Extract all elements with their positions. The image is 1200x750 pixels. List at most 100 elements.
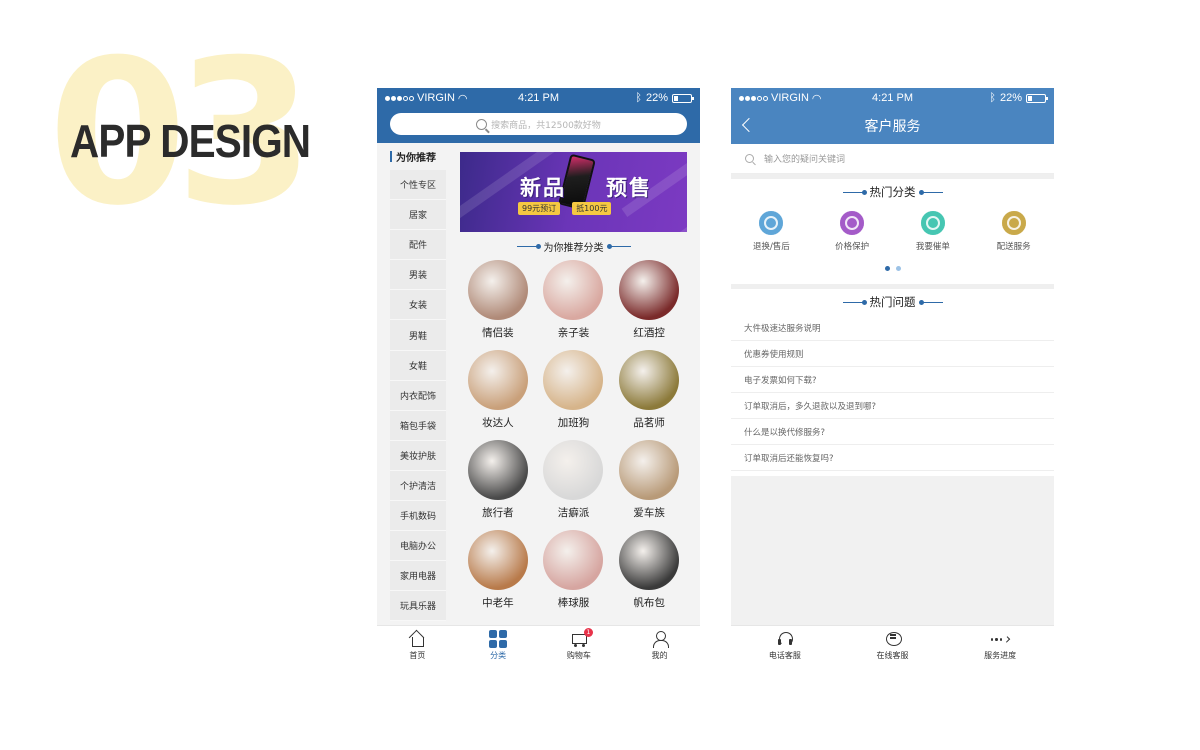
category-item[interactable]: 品茗师 [611,350,687,434]
service-header: VIRGIN ◠ 4:21 PM ᛒ 22% 客户服务 [731,88,1054,144]
service-category[interactable]: 价格保护 [812,211,893,252]
pager-dot-active[interactable] [884,265,890,271]
category-label: 棒球服 [557,597,590,609]
category-image [543,350,604,410]
question-item[interactable]: 大件极速达服务说明 [731,315,1054,341]
sidebar-item[interactable]: 配件 [390,230,446,261]
sidebar-heading[interactable]: 为你推荐 [377,143,447,170]
question-item[interactable]: 优惠券使用规则 [731,341,1054,367]
sidebar-item[interactable]: 内衣配饰 [390,380,446,411]
sidebar-item[interactable]: 家用电器 [390,561,446,592]
shop-tabbar: 首页 分类 1 购物车 我的 [377,625,700,665]
bluetooth-icon: ᛒ [989,92,996,104]
sidebar-item[interactable]: 个护清洁 [390,470,446,502]
carousel-pager [731,252,1054,284]
service-category[interactable]: 退换/售后 [731,211,812,252]
sidebar-item[interactable]: 个性专区 [390,170,446,201]
question-item[interactable]: 订单取消后，多久退款以及退到哪? [731,393,1054,419]
category-item[interactable]: 红酒控 [611,260,687,344]
tab-more[interactable]: 服务进度 [946,626,1054,665]
banner-title-left: 新品 [520,175,566,200]
home-icon [408,630,426,648]
category-image [467,260,528,320]
category-item[interactable]: 亲子装 [536,260,612,344]
category-grid: 情侣装 亲子装 红酒控妆达人 加班狗 品茗师旅行者 洁癖派 爱车族中老年 棒球服 帆布包 [460,260,687,614]
category-label: 红酒控 [633,327,665,339]
service-category-label: 价格保护 [835,242,870,252]
tab-cart[interactable]: 1 购物车 [539,626,620,665]
question-search-input[interactable]: 输入您的疑问关键词 [731,144,1054,174]
sidebar-item[interactable]: 女装 [390,290,446,321]
sidebar-item[interactable]: 美妆护肤 [390,440,446,471]
service-tabbar: 电话客服 在线客服 服务进度 [731,625,1054,665]
back-icon[interactable] [741,117,757,133]
service-category-label: 我要催单 [915,242,950,252]
sidebar-item[interactable]: 男鞋 [390,320,446,351]
category-item[interactable]: 洁癖派 [536,440,612,524]
category-label: 加班狗 [557,417,590,429]
question-item[interactable]: 什么是以换代修服务? [731,419,1054,445]
category-label: 中老年 [482,597,514,609]
question-item[interactable]: 订单取消后还能恢复吗? [731,445,1054,471]
category-image [467,350,528,410]
category-image [619,350,680,410]
category-label: 旅行者 [482,507,514,519]
tab-headset[interactable]: 电话客服 [731,626,839,665]
tab-user[interactable]: 我的 [619,626,700,665]
sidebar-item[interactable]: 男装 [390,260,446,291]
category-item[interactable]: 情侣装 [460,260,536,344]
category-sidebar: 为你推荐 个性专区 居家 配件 男装 女装 男鞋 女鞋 内衣配饰 箱包手袋 美妆护肤 个护清洁 手机数… [377,143,447,625]
service-category-label: 退换/售后 [752,242,790,252]
sidebar-item[interactable]: 玩具乐器 [390,591,446,622]
tab-category-grid[interactable]: 分类 [458,626,539,665]
sidebar-item[interactable]: 女鞋 [390,350,446,381]
tab-chat[interactable]: 在线客服 [839,626,947,665]
tab-label: 我的 [651,651,668,660]
battery-label: 22% [999,92,1022,104]
category-label: 亲子装 [557,327,590,339]
category-item[interactable]: 旅行者 [460,440,536,524]
banner-title-right: 预售 [606,175,652,200]
battery-icon [1026,93,1048,103]
tab-label: 分类 [490,651,507,660]
presale-banner[interactable]: 新品 预售 99元预订 抵100元 [460,152,687,232]
hot-questions-label: 热门问题 [869,295,916,309]
service-category[interactable]: 配送服务 [973,211,1054,252]
sidebar-item[interactable]: 电脑办公 [390,531,446,562]
bell-icon [920,211,945,235]
tab-label: 在线客服 [876,651,909,660]
question-item[interactable]: 电子发票如何下载? [731,367,1054,393]
signal-icon [385,95,414,101]
tab-home[interactable]: 首页 [377,626,458,665]
sidebar-heading-label: 为你推荐 [396,153,436,164]
search-placeholder: 搜索商品，共12500款好物 [491,120,601,131]
cart-badge: 1 [583,628,593,637]
category-item[interactable]: 棒球服 [536,530,612,614]
battery-icon [672,93,694,103]
category-image [467,440,528,500]
category-item[interactable]: 帆布包 [611,530,687,614]
search-input[interactable]: 搜索商品，共12500款好物 [390,113,687,135]
tab-label: 服务进度 [984,651,1017,660]
category-item[interactable]: 妆达人 [460,350,536,434]
hero-heading: 03 APP DESIGN [40,34,314,240]
category-label: 品茗师 [633,417,665,429]
hot-categories-title: 热门分类 [731,179,1054,205]
category-item[interactable]: 中老年 [460,530,536,614]
recommend-section-label: 为你推荐分类 [543,242,604,254]
category-item[interactable]: 爱车族 [611,440,687,524]
banner-tag-deposit: 99元预订 [518,202,561,215]
delivery-icon [1001,211,1026,235]
time-label: 4:21 PM [872,92,913,104]
sidebar-item[interactable]: 居家 [390,200,446,231]
chat-icon [884,630,902,648]
pager-dot[interactable] [895,265,901,271]
sidebar-item[interactable]: 手机数码 [390,501,446,532]
service-category[interactable]: 我要催单 [893,211,974,252]
shop-category-screen: VIRGIN ◠ 4:21 PM ᛒ 22% 搜索商品，共12500款好物 为你… [377,88,700,665]
category-image [543,260,604,320]
refresh-icon [759,211,784,235]
wifi-icon: ◠ [811,92,822,105]
sidebar-item[interactable]: 箱包手袋 [390,410,446,441]
category-item[interactable]: 加班狗 [536,350,612,434]
